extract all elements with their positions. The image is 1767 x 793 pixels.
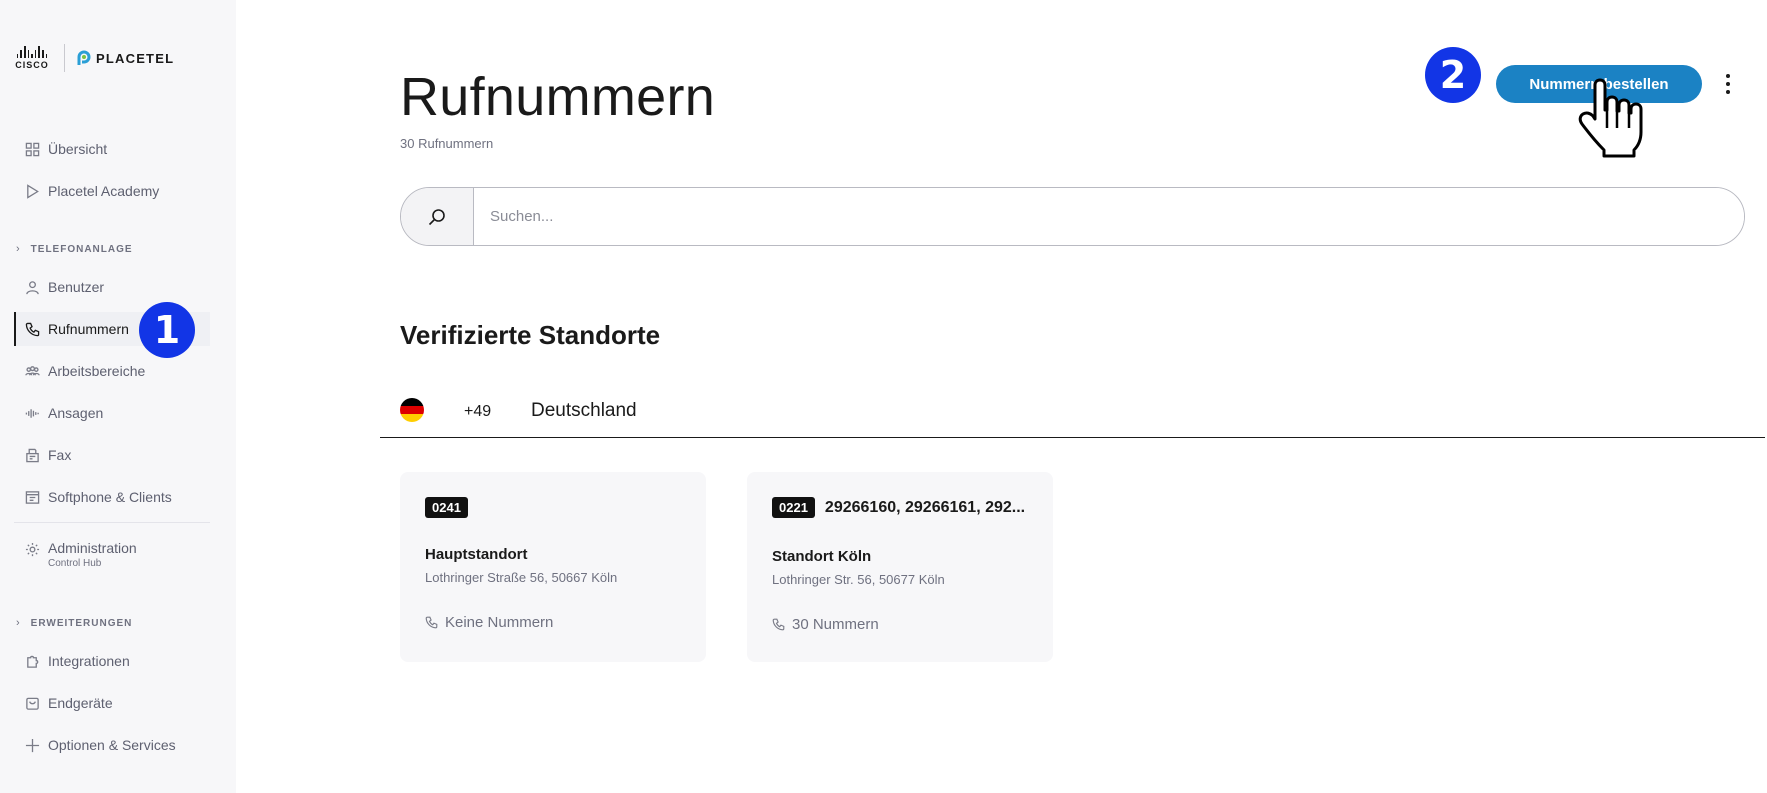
user-icon	[24, 279, 40, 295]
placetel-logo: PLACETEL	[77, 50, 174, 66]
location-address: Lothringer Straße 56, 50667 Köln	[425, 570, 618, 585]
dial-code: +49	[464, 403, 492, 420]
sidebar-item-label: Optionen & Services	[48, 737, 176, 753]
phone-icon	[425, 616, 438, 629]
sidebar-item-label: Integrationen	[48, 653, 130, 669]
location-card-hauptstandort[interactable]: 0241 Hauptstandort Lothringer Straße 56,…	[400, 472, 706, 662]
sidebar-item-benutzer[interactable]: Benutzer	[14, 270, 210, 304]
section-label: TELEFONANLAGE	[30, 243, 133, 255]
sidebar-item-endgeraete[interactable]: Endgeräte	[14, 686, 210, 720]
sidebar-item-label: Placetel Academy	[48, 183, 160, 199]
sidebar-item-label: Softphone & Clients	[48, 489, 172, 505]
gear-icon	[24, 541, 40, 557]
country-tab-germany[interactable]: +49 Deutschland	[380, 392, 1765, 438]
country-name: Deutschland	[531, 400, 637, 421]
phone-icon	[24, 321, 40, 337]
sidebar: CISCO PLACETEL Übersicht Placetel Academ…	[0, 0, 236, 793]
location-address: Lothringer Str. 56, 50677 Köln	[772, 572, 945, 587]
phone-icon	[772, 618, 785, 631]
phone-numbers-preview: 29266160, 29266161, 292...	[824, 498, 1026, 516]
location-name: Hauptstandort	[425, 546, 528, 563]
sidebar-item-sublabel: Control Hub	[48, 558, 102, 569]
locations-title: Verifizierte Standorte	[400, 320, 661, 350]
search-button[interactable]	[401, 188, 474, 245]
step-badge-2: 2	[1425, 47, 1481, 103]
sidebar-item-ansagen[interactable]: Ansagen	[14, 396, 210, 430]
sidebar-divider	[14, 522, 210, 523]
number-count-row: Keine Nummern	[425, 614, 553, 631]
team-icon	[24, 363, 40, 379]
play-icon	[24, 183, 40, 199]
soundwave-icon	[24, 405, 40, 421]
section-telefonanlage[interactable]: › TELEFONANLAGE	[16, 243, 133, 255]
more-options-icon[interactable]	[1718, 70, 1738, 98]
sidebar-item-label: Benutzer	[48, 279, 105, 295]
search-icon	[428, 208, 445, 225]
sidebar-item-label: Arbeitsbereiche	[48, 363, 146, 379]
number-count-label: Keine Nummern	[445, 614, 554, 631]
sidebar-item-softphone[interactable]: Softphone & Clients	[14, 480, 210, 514]
sidebar-item-label: Administration	[48, 540, 137, 556]
step-badge-1: 1	[139, 302, 195, 358]
sidebar-item-administration[interactable]: Administration Control Hub	[14, 536, 210, 576]
cisco-bars-icon	[16, 46, 48, 58]
search-input[interactable]	[474, 188, 1744, 245]
sidebar-item-label: Endgeräte	[48, 695, 113, 711]
sidebar-item-integrationen[interactable]: Integrationen	[14, 644, 210, 678]
germany-flag-icon	[400, 398, 424, 422]
area-code-badge: 0221	[772, 497, 815, 518]
page-title: Rufnummern	[400, 67, 716, 127]
number-count-label: 30 Nummern	[792, 616, 879, 633]
area-code-badge: 0241	[425, 497, 468, 518]
device-icon	[24, 695, 40, 711]
number-count-row: 30 Nummern	[772, 616, 879, 633]
card-head: 0221 29266160, 29266161, 292...	[772, 497, 1025, 518]
search-bar	[400, 187, 1745, 246]
fax-icon	[24, 447, 40, 463]
sidebar-item-label: Fax	[48, 447, 72, 463]
sidebar-item-label: Ansagen	[48, 405, 104, 421]
chevron-right-icon: ›	[16, 617, 21, 629]
card-head: 0241	[425, 497, 468, 518]
puzzle-icon	[24, 653, 40, 669]
placetel-wordmark: PLACETEL	[96, 50, 175, 66]
section-label: ERWEITERUNGEN	[30, 617, 133, 629]
sidebar-item-fax[interactable]: Fax	[14, 438, 210, 472]
cisco-logo: CISCO	[12, 46, 52, 70]
sidebar-item-administration-text: Administration Control Hub	[48, 540, 137, 569]
section-erweiterungen[interactable]: › ERWEITERUNGEN	[16, 617, 132, 629]
sidebar-item-optionen[interactable]: Optionen & Services	[14, 728, 210, 762]
hand-cursor-icon	[1578, 78, 1643, 158]
grid-icon	[24, 141, 40, 157]
sidebar-item-arbeitsbereiche[interactable]: Arbeitsbereiche	[14, 354, 210, 388]
sidebar-item-label: Übersicht	[48, 141, 108, 157]
brand-logo[interactable]: CISCO PLACETEL	[12, 44, 174, 72]
chevron-right-icon: ›	[16, 243, 21, 255]
location-name: Standort Köln	[772, 548, 872, 565]
plus-icon	[24, 737, 40, 753]
sidebar-item-uebersicht[interactable]: Übersicht	[14, 132, 210, 166]
location-card-koeln[interactable]: 0221 29266160, 29266161, 292... Standort…	[747, 472, 1053, 662]
number-count: 30 Rufnummern	[400, 136, 494, 151]
logo-divider	[64, 44, 65, 72]
cisco-wordmark: CISCO	[15, 60, 49, 70]
placetel-mark-icon	[77, 50, 91, 65]
sidebar-item-label: Rufnummern	[48, 321, 129, 337]
sidebar-item-academy[interactable]: Placetel Academy	[14, 174, 210, 208]
window-icon	[24, 489, 40, 505]
